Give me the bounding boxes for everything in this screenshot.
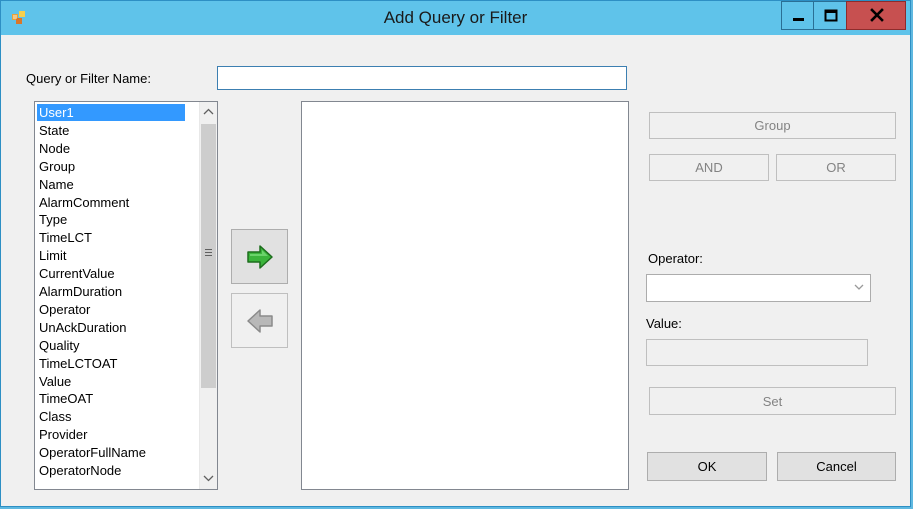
gray-left-arrow-icon bbox=[247, 309, 273, 333]
scroll-thumb[interactable] bbox=[201, 124, 216, 388]
list-item[interactable]: AlarmComment bbox=[37, 194, 185, 211]
close-icon bbox=[870, 8, 884, 22]
cancel-button[interactable]: Cancel bbox=[777, 452, 896, 481]
add-field-button[interactable] bbox=[231, 229, 288, 284]
title-bar[interactable]: Add Query or Filter bbox=[1, 1, 910, 35]
list-item[interactable]: User1 bbox=[37, 104, 185, 121]
list-item[interactable]: AlarmDuration bbox=[37, 283, 185, 300]
or-button[interactable]: OR bbox=[776, 154, 896, 181]
list-item[interactable]: Provider bbox=[37, 426, 185, 443]
expression-list[interactable] bbox=[301, 101, 629, 490]
list-item[interactable]: Operator bbox=[37, 301, 185, 318]
value-field[interactable] bbox=[646, 339, 868, 366]
list-item[interactable]: UnAckDuration bbox=[37, 319, 185, 336]
list-item[interactable]: Name bbox=[37, 176, 185, 193]
list-item[interactable]: OperatorFullName bbox=[37, 444, 185, 461]
group-button[interactable]: Group bbox=[649, 112, 896, 139]
dialog-window: Add Query or Filter Query or Filter Name… bbox=[0, 0, 911, 507]
list-item[interactable]: Group bbox=[37, 158, 185, 175]
maximize-icon bbox=[824, 9, 838, 22]
chevron-down-icon bbox=[854, 284, 864, 290]
list-item[interactable]: TimeLCT bbox=[37, 229, 185, 246]
list-item[interactable]: Limit bbox=[37, 247, 185, 264]
list-item[interactable]: TimeOAT bbox=[37, 390, 185, 407]
operator-dropdown[interactable] bbox=[646, 274, 871, 302]
filter-name-input[interactable] bbox=[217, 66, 627, 90]
operator-label: Operator: bbox=[648, 251, 703, 266]
and-button[interactable]: AND bbox=[649, 154, 769, 181]
value-label: Value: bbox=[646, 316, 682, 331]
scroll-down-icon bbox=[203, 475, 214, 482]
name-label: Query or Filter Name: bbox=[26, 71, 151, 86]
list-item[interactable]: State bbox=[37, 122, 185, 139]
list-item[interactable]: TimeLCTOAT bbox=[37, 355, 185, 372]
list-item[interactable]: Quality bbox=[37, 337, 185, 354]
green-right-arrow-icon bbox=[247, 245, 273, 269]
list-item[interactable]: CurrentValue bbox=[37, 265, 185, 282]
remove-field-button[interactable] bbox=[231, 293, 288, 348]
close-button[interactable] bbox=[846, 1, 906, 30]
minimize-icon bbox=[793, 18, 804, 21]
set-button[interactable]: Set bbox=[649, 387, 896, 415]
vertical-scrollbar[interactable] bbox=[199, 102, 217, 489]
list-item[interactable]: Node bbox=[37, 140, 185, 157]
maximize-button[interactable] bbox=[813, 1, 847, 30]
list-item[interactable]: OperatorNode bbox=[37, 462, 185, 479]
ok-button[interactable]: OK bbox=[647, 452, 767, 481]
list-item[interactable]: Class bbox=[37, 408, 185, 425]
list-item[interactable]: Type bbox=[37, 211, 185, 228]
field-listbox[interactable]: User1 State Node Group Name AlarmComment Type T… bbox=[34, 101, 218, 490]
grip-icon bbox=[205, 249, 212, 256]
scroll-up-icon bbox=[203, 108, 214, 115]
window-title: Add Query or Filter bbox=[383, 8, 528, 27]
minimize-button[interactable] bbox=[781, 1, 814, 30]
list-item[interactable]: Value bbox=[37, 373, 185, 390]
dialog-client-area: Query or Filter Name: User1 State Node Grou… bbox=[9, 35, 902, 500]
